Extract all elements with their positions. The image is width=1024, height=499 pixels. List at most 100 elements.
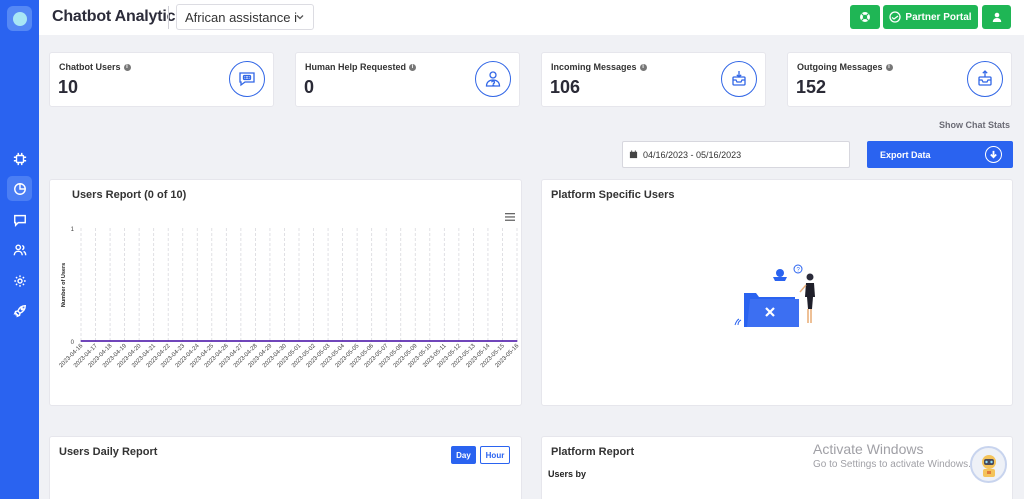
data-point bbox=[211, 340, 213, 342]
data-point bbox=[138, 340, 140, 342]
data-point bbox=[342, 340, 344, 342]
download-icon bbox=[985, 146, 1002, 163]
date-range-value: 04/16/2023 - 05/16/2023 bbox=[643, 150, 742, 160]
stat-label-row: Outgoing Messages i bbox=[797, 62, 893, 72]
analytics-pie-icon[interactable] bbox=[7, 176, 32, 201]
export-data-label: Export Data bbox=[880, 150, 931, 160]
data-point bbox=[501, 340, 504, 342]
data-point bbox=[414, 340, 416, 342]
rocket-icon[interactable] bbox=[7, 298, 32, 323]
info-icon[interactable]: i bbox=[409, 63, 417, 71]
chatbot-icon bbox=[229, 61, 265, 97]
human-help-icon bbox=[475, 61, 511, 97]
date-range-picker[interactable]: 04/16/2023 - 05/16/2023 bbox=[622, 141, 850, 168]
app-logo[interactable] bbox=[7, 6, 32, 31]
show-chat-stats-link[interactable]: Show Chat Stats bbox=[939, 120, 1010, 130]
app-title: Chatbot Analytics bbox=[52, 8, 185, 25]
data-point bbox=[371, 340, 373, 342]
data-point bbox=[94, 340, 97, 342]
hour-toggle-button[interactable]: Hour bbox=[480, 446, 510, 464]
inbox-in-icon bbox=[721, 61, 757, 97]
data-point bbox=[283, 340, 286, 342]
stat-label: Outgoing Messages bbox=[797, 62, 883, 72]
stat-label-row: Human Help Requested i bbox=[305, 62, 417, 72]
data-point bbox=[458, 340, 460, 342]
chevron-down-icon bbox=[296, 15, 304, 20]
platform-report-subtitle: Users by bbox=[548, 469, 587, 479]
settings-gear-icon[interactable] bbox=[7, 268, 32, 293]
data-point bbox=[182, 340, 184, 342]
info-icon[interactable]: i bbox=[639, 63, 647, 71]
robot-avatar-icon bbox=[981, 454, 996, 477]
stat-card-chatbot-users: Chatbot Users i 10 bbox=[49, 52, 274, 107]
data-point bbox=[400, 340, 402, 342]
partner-portal-button[interactable]: Partner Portal bbox=[883, 5, 978, 29]
stat-value: 10 bbox=[58, 77, 79, 97]
stat-card-outgoing-messages: Outgoing Messages i 152 bbox=[787, 52, 1012, 107]
stat-label: Chatbot Users bbox=[59, 62, 121, 72]
stat-label-row: Incoming Messages i bbox=[551, 62, 647, 72]
data-point bbox=[196, 340, 198, 342]
data-point bbox=[327, 340, 329, 342]
data-point bbox=[124, 340, 126, 342]
y-tick-label: 0 bbox=[71, 340, 75, 346]
activate-windows-subtitle: Go to Settings to activate Windows. bbox=[813, 459, 971, 470]
users-icon[interactable] bbox=[7, 237, 32, 262]
stat-label-row: Chatbot Users i bbox=[59, 62, 131, 72]
stat-label: Human Help Requested bbox=[305, 62, 407, 72]
platform-report-title: Platform Report bbox=[551, 446, 635, 458]
chip-icon[interactable] bbox=[7, 146, 32, 171]
user-icon bbox=[992, 12, 1001, 22]
users-report-panel: Users Report (0 of 10) 0 1 Number of Users… bbox=[49, 179, 522, 406]
data-point bbox=[240, 340, 242, 342]
partner-portal-label: Partner Portal bbox=[905, 11, 972, 23]
info-icon[interactable]: i bbox=[123, 63, 131, 71]
day-toggle-button[interactable]: Day bbox=[451, 446, 476, 464]
user-profile-button[interactable] bbox=[982, 5, 1011, 29]
data-point bbox=[80, 340, 82, 342]
platform-users-title: Platform Specific Users bbox=[551, 189, 675, 201]
data-point bbox=[516, 340, 518, 342]
stat-card-incoming-messages: Incoming Messages i 106 bbox=[541, 52, 766, 107]
sidebar bbox=[0, 0, 39, 499]
platform-users-panel: Platform Specific Users ? bbox=[541, 179, 1013, 406]
support-button[interactable] bbox=[850, 5, 880, 29]
bot-selector-dropdown[interactable]: African assistance i bbox=[176, 4, 314, 30]
data-point bbox=[356, 340, 358, 342]
users-report-chart: 01Number of Users2023-04-162023-04-17202… bbox=[58, 227, 520, 369]
data-point bbox=[153, 340, 155, 342]
partner-handshake-icon bbox=[889, 11, 902, 23]
stat-value: 106 bbox=[550, 77, 581, 97]
top-header: Chatbot Analytics African assistance i P… bbox=[39, 0, 1024, 35]
lifebuoy-icon bbox=[860, 12, 870, 22]
title-divider bbox=[168, 6, 169, 29]
users-daily-report-title: Users Daily Report bbox=[59, 446, 158, 458]
info-icon[interactable]: i bbox=[885, 63, 893, 71]
export-data-button[interactable]: Export Data bbox=[867, 141, 1013, 168]
y-axis-label: Number of Users bbox=[61, 263, 67, 307]
data-point bbox=[254, 340, 256, 342]
empty-folder-illustration: ? bbox=[734, 264, 815, 327]
data-point bbox=[385, 340, 387, 342]
bot-selector-value: African assistance i bbox=[185, 10, 297, 25]
data-point bbox=[167, 340, 169, 342]
data-point bbox=[109, 340, 111, 342]
data-point bbox=[472, 340, 474, 342]
stat-value: 0 bbox=[304, 77, 315, 97]
data-point bbox=[225, 340, 227, 342]
chat-icon[interactable] bbox=[7, 207, 32, 232]
data-point bbox=[443, 340, 445, 342]
data-point bbox=[312, 340, 315, 342]
chat-assistant-avatar[interactable] bbox=[970, 446, 1007, 483]
data-point bbox=[487, 340, 489, 342]
stat-card-human-help: Human Help Requested i 0 bbox=[295, 52, 520, 107]
calendar-icon bbox=[629, 150, 638, 159]
y-tick-label: 1 bbox=[71, 227, 75, 233]
data-point bbox=[298, 340, 300, 342]
activate-windows-title: Activate Windows bbox=[813, 441, 924, 457]
stat-value: 152 bbox=[796, 77, 827, 97]
inbox-out-icon bbox=[967, 61, 1003, 97]
data-point bbox=[429, 340, 431, 342]
stat-label: Incoming Messages bbox=[551, 62, 637, 72]
data-point bbox=[269, 340, 271, 342]
